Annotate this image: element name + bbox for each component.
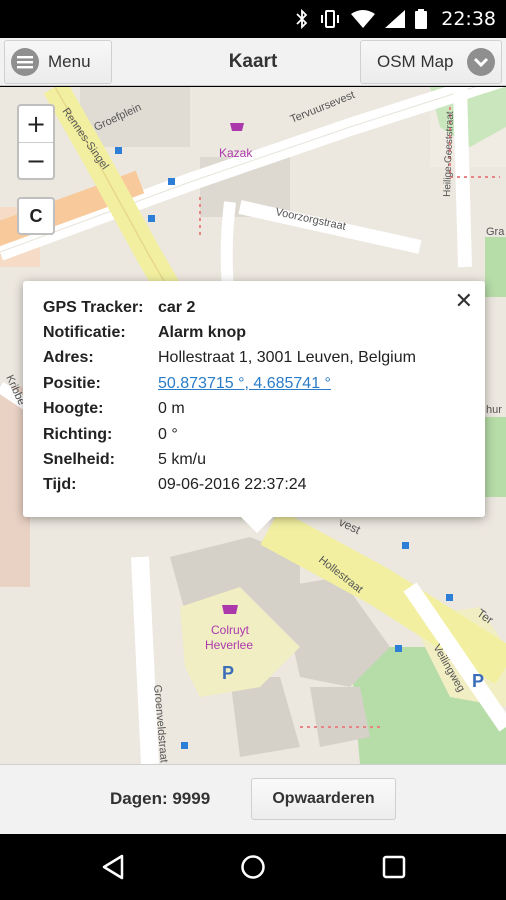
hamburger-icon [11,48,39,76]
menu-button[interactable]: Menu [4,40,112,84]
map-type-label: OSM Map [377,52,454,71]
info-row-address: Adres: Hollestraat 1, 3001 Leuven, Belgi… [43,346,416,371]
status-time: 22:38 [441,8,496,30]
chevron-down-icon [467,48,495,76]
parking-icon: P [472,671,484,691]
signal-icon [385,10,406,28]
poi-label-heverlee: Heverlee [205,638,253,652]
info-value-speed: 5 km/u [158,451,207,469]
close-icon[interactable]: ✕ [455,289,473,314]
menu-label: Menu [48,52,91,71]
info-label: Notificatie: [43,324,126,342]
info-label: GPS Tracker: [43,298,144,316]
info-value-address: Hollestraat 1, 3001 Leuven, Belgium [158,349,416,367]
position-link[interactable]: 50.873715 °, 4.685741 ° [158,375,331,392]
back-icon[interactable] [83,834,143,900]
info-row-altitude: Hoogte: 0 m [43,397,416,422]
info-value-altitude: 0 m [158,400,185,418]
page-title: Kaart [228,51,278,72]
upgrade-button[interactable]: Opwaarderen [251,778,396,820]
poi-label-colruyt: Colruyt [211,623,250,637]
zoom-out-button[interactable]: − [19,142,53,178]
status-bar: 22:38 [0,0,506,38]
days-remaining: Dagen: 9999 [110,789,211,808]
info-row-speed: Snelheid: 5 km/u [43,447,416,472]
zoom-in-button[interactable]: + [19,106,53,142]
center-map-button[interactable]: C [17,197,55,235]
status-icons: 22:38 [295,0,496,38]
map-view[interactable]: Rennes-Singel Groefplein Kazak Tervuurse… [0,87,506,764]
info-label: Hoogte: [43,400,104,418]
home-icon[interactable] [223,834,283,900]
info-row-heading: Richting: 0 ° [43,422,416,447]
tracker-info-table: GPS Tracker: car 2 Notificatie: Alarm kn… [43,295,416,498]
info-label: Tijd: [43,476,77,494]
app-header: Menu Kaart OSM Map [0,38,506,86]
tracker-info-popup: ✕ GPS Tracker: car 2 Notificatie: Alarm … [23,281,485,533]
map-type-select[interactable]: OSM Map [360,40,502,84]
info-row-time: Tijd: 09-06-2016 22:37:24 [43,473,416,498]
popup-tip [241,517,273,533]
street-label-gra: Gra [486,226,505,238]
info-row-notification: Notificatie: Alarm knop [43,320,416,345]
recents-icon[interactable] [364,834,424,900]
info-label: Richting: [43,425,113,443]
info-row-position: Positie: 50.873715 °, 4.685741 ° [43,371,416,396]
wifi-icon [351,10,376,28]
android-nav-bar [0,834,506,900]
parking-icon: P [222,663,234,683]
bottom-bar: Dagen: 9999 Opwaarderen [0,764,506,834]
battery-icon [415,9,428,29]
info-value-tracker: car 2 [158,298,196,316]
info-label: Adres: [43,349,94,367]
info-value-heading: 0 ° [158,425,178,443]
info-label: Snelheid: [43,451,116,469]
street-label-hur: hur [486,404,502,416]
info-value-notification: Alarm knop [158,324,247,342]
info-row-tracker: GPS Tracker: car 2 [43,295,416,320]
bluetooth-icon [295,9,309,29]
poi-label-kazak: Kazak [219,146,253,160]
info-label: Positie: [43,374,101,392]
vibrate-icon [319,9,341,29]
info-value-time: 09-06-2016 22:37:24 [158,476,307,494]
zoom-control: + − [17,104,55,180]
